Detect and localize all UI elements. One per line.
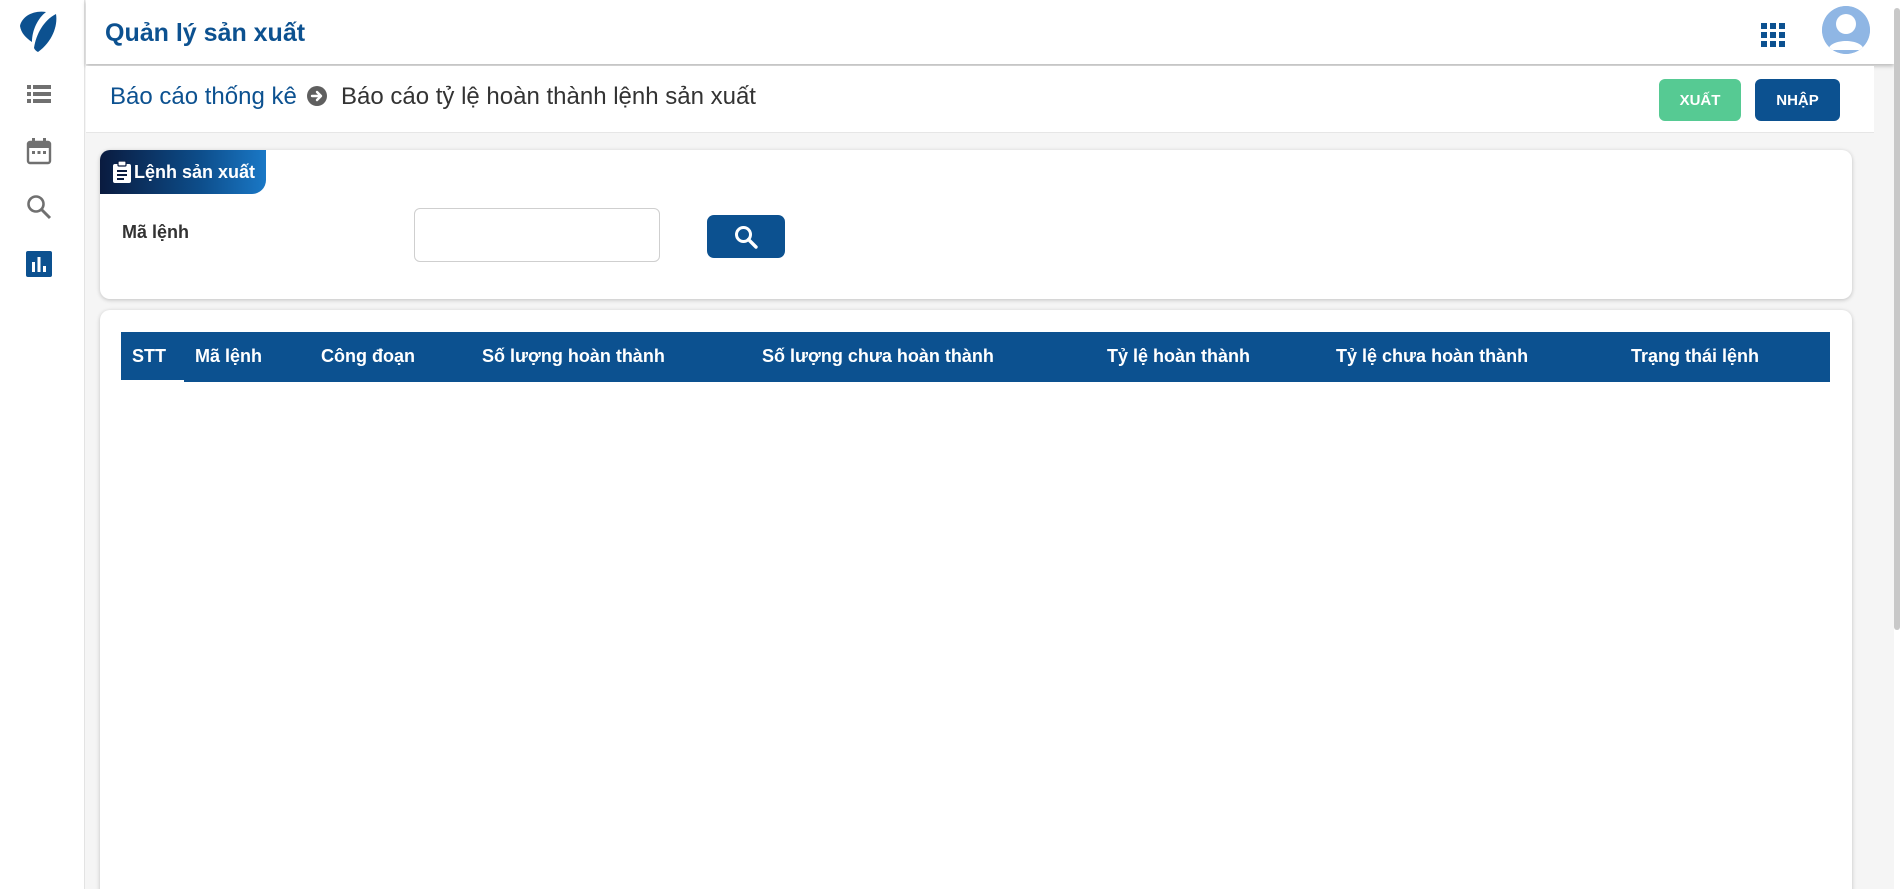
page-title: Báo cáo tỷ lệ hoàn thành lệnh sản xuất [341,83,756,110]
sidebar-item-list[interactable] [24,79,54,109]
sidebar [0,0,85,889]
column-header-incomplete-rate[interactable]: Tỷ lệ chưa hoàn thành [1336,346,1528,367]
user-avatar[interactable] [1822,6,1870,54]
company-logo[interactable] [16,8,60,56]
calendar-icon [26,138,52,165]
order-code-label: Mã lệnh [122,222,190,242]
export-button[interactable]: XUẤT [1659,79,1741,121]
top-header: Quản lý sản xuất [86,0,1894,64]
scrollbar-thumb[interactable] [1894,8,1900,630]
column-header-completion-rate[interactable]: Tỷ lệ hoàn thành [1107,346,1250,367]
search-button[interactable] [707,215,785,258]
card-tab-production-order: Lệnh sản xuất [100,150,266,194]
column-header-completed-qty[interactable]: Số lượng hoàn thành [482,346,665,367]
order-code-input[interactable] [414,208,660,262]
search-icon [27,195,52,220]
table-header-row: STT Mã lệnh Công đoạn Số lượng hoàn thàn… [121,332,1830,382]
bar-chart-icon [26,251,52,277]
card-tab-label: Lệnh sản xuất [134,161,256,182]
list-icon [27,85,51,103]
apps-grid-icon[interactable] [1760,22,1786,48]
column-header-order-status[interactable]: Trạng thái lệnh [1631,346,1759,367]
search-icon [735,225,758,249]
column-header-order-code[interactable]: Mã lệnh [195,346,262,367]
report-table-card: STT Mã lệnh Công đoạn Số lượng hoàn thàn… [100,310,1852,889]
sidebar-item-reports[interactable] [24,249,54,279]
filter-card: Lệnh sản xuất Mã lệnh [100,150,1852,299]
sidebar-item-calendar[interactable] [24,136,54,166]
sidebar-item-search[interactable] [24,192,54,222]
breadcrumb-parent-link[interactable]: Báo cáo thống kê [110,83,297,111]
column-header-incomplete-qty[interactable]: Số lượng chưa hoàn thành [762,346,994,367]
column-header-stage[interactable]: Công đoạn [321,346,415,367]
column-header-stt[interactable]: STT [132,346,166,367]
arrow-right-circle-icon [307,86,327,106]
breadcrumb: Báo cáo thống kê Báo cáo tỷ lệ hoàn thàn… [86,66,1874,133]
active-sort-indicator [121,380,184,382]
import-button[interactable]: NHẬP [1755,79,1840,121]
clipboard-icon [113,161,131,183]
app-title: Quản lý sản xuất [105,19,306,47]
user-icon [1822,6,1870,54]
